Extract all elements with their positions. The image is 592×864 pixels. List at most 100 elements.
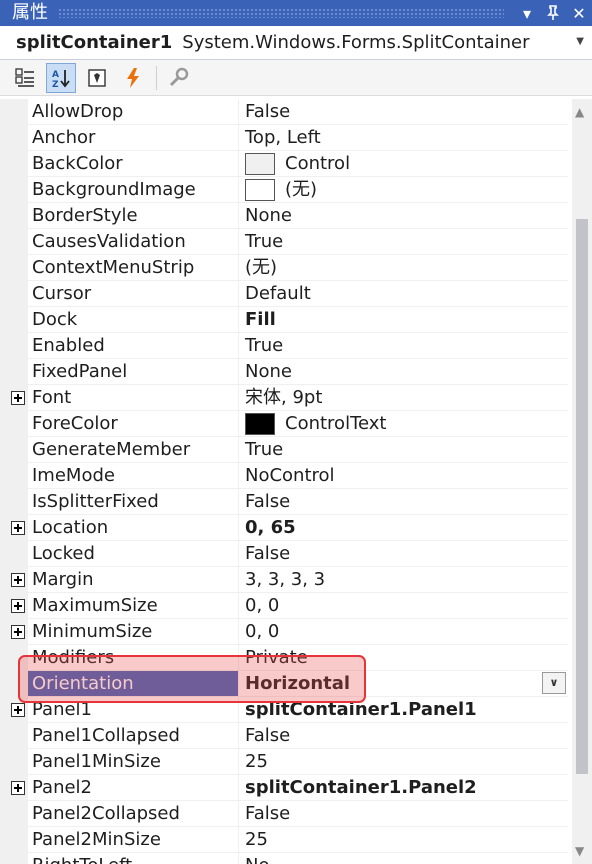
property-name[interactable]: ImeMode [28,463,238,489]
property-value[interactable]: NoControl [238,463,568,489]
property-row[interactable]: Margin 3, 3, 3, 3 [0,567,568,593]
expand-plus-icon[interactable] [11,625,25,639]
object-selector[interactable]: splitContainer1 System.Windows.Forms.Spl… [0,26,592,60]
vertical-scrollbar[interactable]: ▲ ▼ [572,99,592,864]
property-name[interactable]: BorderStyle [28,203,238,229]
property-name[interactable]: FixedPanel [28,359,238,385]
expand-plus-icon[interactable] [11,599,25,613]
property-value[interactable]: No [238,853,568,864]
property-name[interactable]: IsSplitterFixed [28,489,238,515]
expand-plus-icon[interactable] [11,781,25,795]
property-row[interactable]: IsSplitterFixed False [0,489,568,515]
property-row[interactable]: BackColor Control [0,151,568,177]
property-name[interactable]: Margin [28,567,238,593]
property-row[interactable]: Panel1MinSize 25 [0,749,568,775]
property-value[interactable]: True [238,437,568,463]
value-dropdown-chevron-icon[interactable]: ∨ [542,672,566,694]
property-name[interactable]: Location [28,515,238,541]
property-name[interactable]: Panel2 [28,775,238,801]
property-name[interactable]: BackColor [28,151,238,177]
property-row[interactable]: CausesValidation True [0,229,568,255]
property-row[interactable]: MinimumSize 0, 0 [0,619,568,645]
property-row[interactable]: Panel2 splitContainer1.Panel2 [0,775,568,801]
properties-button[interactable] [82,63,112,93]
property-row[interactable]: BackgroundImage (无) [0,177,568,203]
scroll-down-icon[interactable]: ▼ [575,844,584,858]
property-row[interactable]: Enabled True [0,333,568,359]
property-name[interactable]: MaximumSize [28,593,238,619]
property-value[interactable]: ControlText [238,411,568,437]
property-row[interactable]: Location 0, 65 [0,515,568,541]
property-value[interactable]: 宋体, 9pt [238,385,568,411]
property-name[interactable]: Panel1Collapsed [28,723,238,749]
property-row[interactable]: Modifiers Private [0,645,568,671]
property-row[interactable]: Dock Fill [0,307,568,333]
property-value[interactable]: 25 [238,827,568,853]
events-button[interactable] [118,63,148,93]
property-row[interactable]: Cursor Default [0,281,568,307]
property-pages-button[interactable] [163,63,193,93]
categorized-button[interactable] [10,63,40,93]
property-value[interactable]: 0, 0 [238,593,568,619]
property-value[interactable]: False [238,99,568,125]
property-row[interactable]: Locked False [0,541,568,567]
title-grip[interactable] [58,8,504,18]
property-row[interactable]: MaximumSize 0, 0 [0,593,568,619]
property-value[interactable]: True [238,333,568,359]
property-row[interactable]: RightToLeft No [0,853,568,864]
property-value[interactable]: True [238,229,568,255]
property-name[interactable]: BackgroundImage [28,177,238,203]
chevron-down-icon[interactable]: ▾ [514,0,540,26]
property-value[interactable]: False [238,723,568,749]
property-value[interactable]: Horizontal ∨ [238,671,568,697]
property-name[interactable]: MinimumSize [28,619,238,645]
property-value[interactable]: 0, 65 [238,515,568,541]
property-row[interactable]: Panel2Collapsed False [0,801,568,827]
property-row[interactable]: Panel1 splitContainer1.Panel1 [0,697,568,723]
property-row[interactable]: Anchor Top, Left [0,125,568,151]
alphabetical-button[interactable]: A Z [46,62,76,93]
property-value[interactable]: None [238,359,568,385]
property-name[interactable]: Modifiers [28,645,238,671]
property-name[interactable]: Orientation [28,671,238,697]
property-value[interactable]: splitContainer1.Panel1 [238,697,568,723]
property-name[interactable]: ContextMenuStrip [28,255,238,281]
property-name[interactable]: AllowDrop [28,99,238,125]
property-name[interactable]: Panel1MinSize [28,749,238,775]
property-value[interactable]: Default [238,281,568,307]
property-value[interactable]: Top, Left [238,125,568,151]
property-value[interactable]: 25 [238,749,568,775]
property-value[interactable]: (无) [238,255,568,281]
property-name[interactable]: Dock [28,307,238,333]
property-value[interactable]: Control [238,151,568,177]
property-name[interactable]: CausesValidation [28,229,238,255]
property-row[interactable]: Panel2MinSize 25 [0,827,568,853]
property-value[interactable]: Fill [238,307,568,333]
property-name[interactable]: Anchor [28,125,238,151]
property-name[interactable]: Panel2Collapsed [28,801,238,827]
property-row[interactable]: Panel1Collapsed False [0,723,568,749]
property-name[interactable]: ForeColor [28,411,238,437]
scroll-up-icon[interactable]: ▲ [575,105,584,119]
expand-plus-icon[interactable] [11,521,25,535]
property-name[interactable]: Panel1 [28,697,238,723]
object-selector-chevron-icon[interactable]: ▼ [576,36,584,47]
expand-plus-icon[interactable] [11,703,25,717]
property-value[interactable]: None [238,203,568,229]
expand-plus-icon[interactable] [11,391,25,405]
property-row[interactable]: Orientation Horizontal ∨ [0,671,568,697]
property-name[interactable]: Enabled [28,333,238,359]
property-value[interactable]: splitContainer1.Panel2 [238,775,568,801]
property-row[interactable]: BorderStyle None [0,203,568,229]
property-name[interactable]: GenerateMember [28,437,238,463]
property-value[interactable]: 0, 0 [238,619,568,645]
property-name[interactable]: Font [28,385,238,411]
property-name[interactable]: Cursor [28,281,238,307]
property-value[interactable]: False [238,541,568,567]
pin-icon[interactable] [540,0,566,26]
property-value[interactable]: Private [238,645,568,671]
property-row[interactable]: Font 宋体, 9pt [0,385,568,411]
close-icon[interactable]: ✕ [566,0,592,26]
property-value[interactable]: False [238,489,568,515]
property-row[interactable]: AllowDrop False [0,99,568,125]
